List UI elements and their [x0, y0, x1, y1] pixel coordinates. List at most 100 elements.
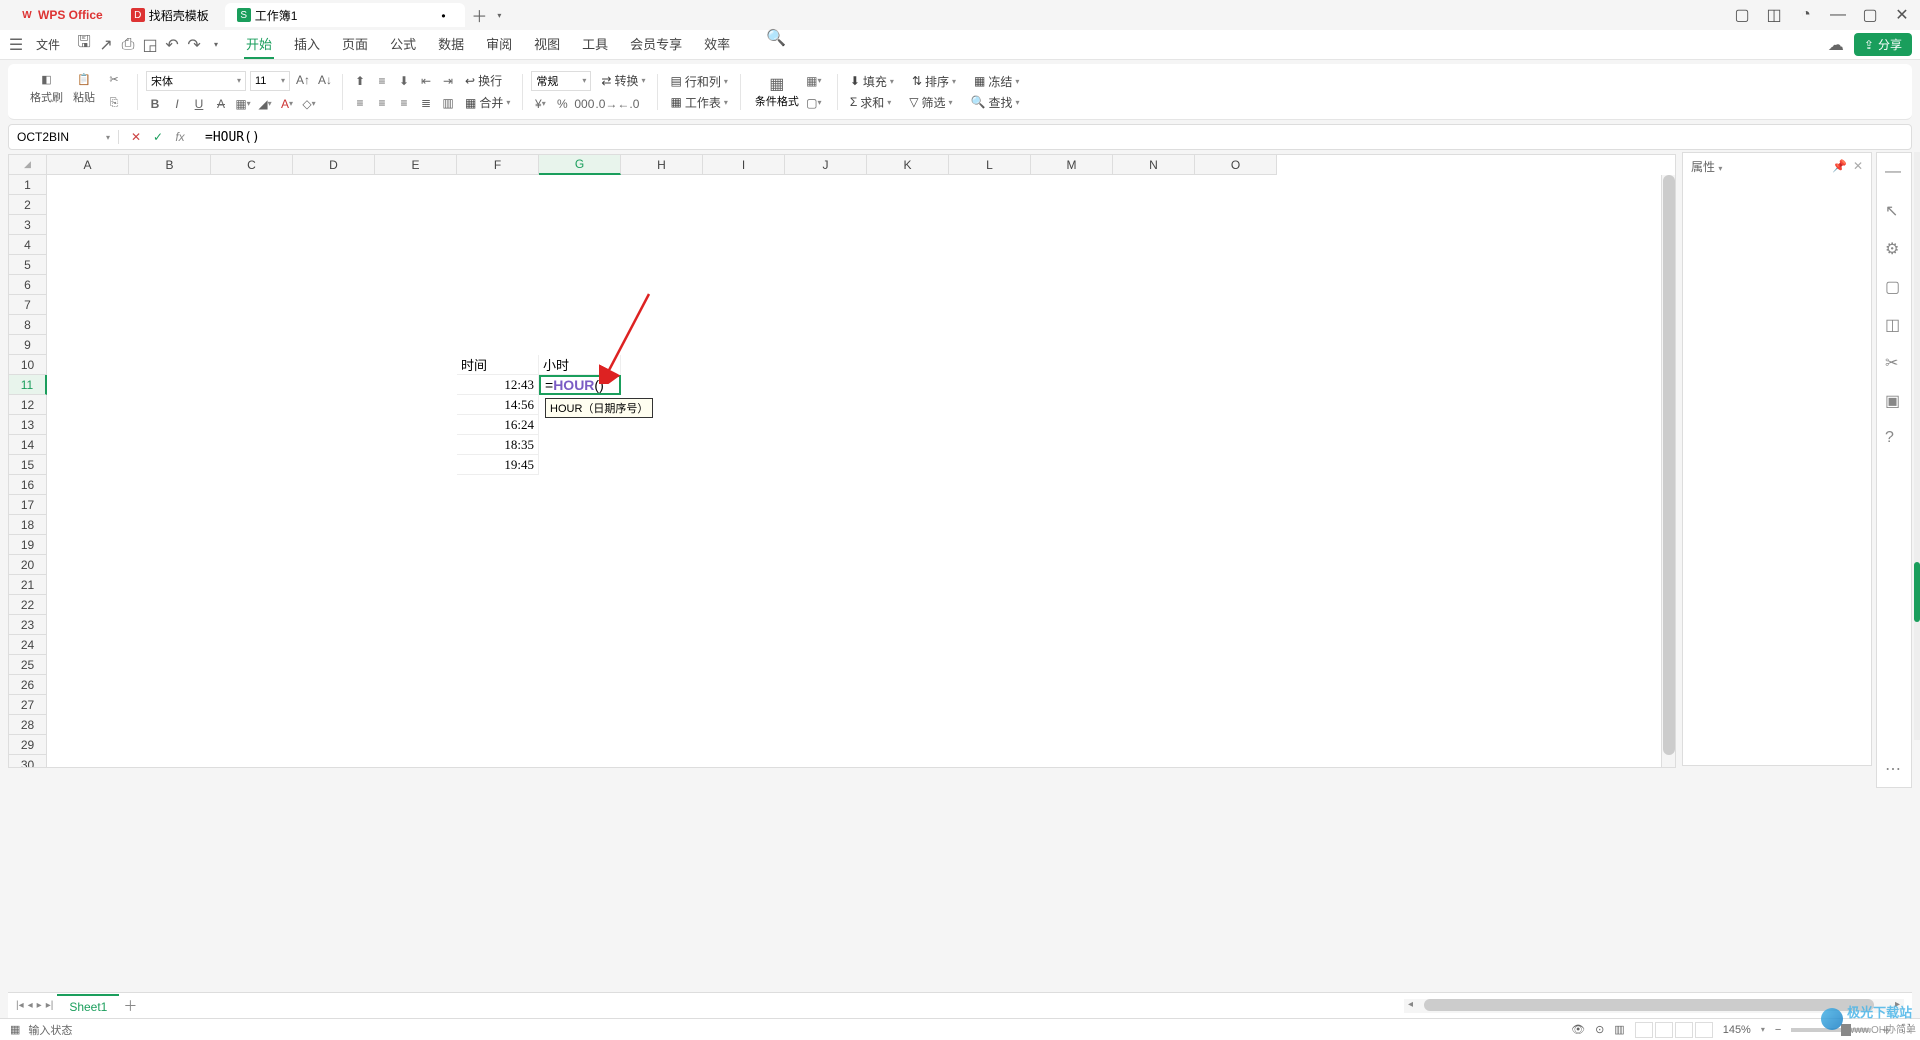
select-icon[interactable]: ↖ [1885, 201, 1903, 219]
scroll-thumb[interactable] [1663, 175, 1675, 755]
row-header-26[interactable]: 26 [9, 675, 47, 695]
redo-icon[interactable]: ↷ [186, 37, 202, 53]
row-header-30[interactable]: 30 [9, 755, 47, 768]
align-left-icon[interactable]: ≡ [351, 94, 369, 112]
number-format-select[interactable]: 常规▾ [531, 71, 591, 91]
row-header-29[interactable]: 29 [9, 735, 47, 755]
row-header-24[interactable]: 24 [9, 635, 47, 655]
col-header-I[interactable]: I [703, 155, 785, 175]
cell-F10[interactable]: 时间 [457, 355, 539, 375]
row-header-27[interactable]: 27 [9, 695, 47, 715]
menu-tab-member[interactable]: 会员专享 [628, 30, 684, 59]
row-header-15[interactable]: 15 [9, 455, 47, 475]
freeze-button[interactable]: ▦冻结▾ [970, 73, 1023, 90]
row-header-5[interactable]: 5 [9, 255, 47, 275]
menu-file[interactable]: 文件 [32, 36, 64, 53]
save-icon[interactable]: 🖫 [76, 37, 92, 53]
prev-sheet-button[interactable]: ◂ [28, 1000, 33, 1011]
row-header-16[interactable]: 16 [9, 475, 47, 495]
row-header-17[interactable]: 17 [9, 495, 47, 515]
hscroll-thumb[interactable] [1424, 999, 1874, 1011]
wrap-button[interactable]: ↩换行 [461, 72, 506, 90]
grid-icon[interactable]: ▥ [1614, 1023, 1624, 1036]
menu-tab-data[interactable]: 数据 [436, 30, 466, 59]
sheet-tab-1[interactable]: Sheet1 [57, 994, 119, 1018]
sort-button[interactable]: ⇅排序▾ [908, 73, 960, 90]
tab-workbook[interactable]: S 工作簿1 • [225, 3, 466, 27]
col-header-E[interactable]: E [375, 155, 457, 175]
pin-icon[interactable]: 📌 [1832, 159, 1847, 173]
row-header-6[interactable]: 6 [9, 275, 47, 295]
maximize-button[interactable]: ▢ [1860, 5, 1880, 25]
row-header-19[interactable]: 19 [9, 535, 47, 555]
cell-F14[interactable]: 18:35 [457, 435, 539, 455]
view-page-button[interactable] [1655, 1022, 1673, 1038]
strikethrough-button[interactable]: A [212, 95, 230, 113]
formula-input[interactable]: =HOUR() [197, 130, 1911, 145]
tab-wps[interactable]: W WPS Office [8, 3, 115, 27]
row-header-23[interactable]: 23 [9, 615, 47, 635]
cell-style-icon[interactable]: ▢▾ [805, 94, 823, 112]
italic-button[interactable]: I [168, 95, 186, 113]
increase-font-icon[interactable]: A↑ [294, 71, 312, 89]
indent-icon[interactable]: ⇥ [439, 72, 457, 90]
select-all-corner[interactable]: ◢ [9, 155, 47, 175]
hamburger-icon[interactable]: ☰ [8, 37, 24, 53]
table-style-icon[interactable]: ▦▾ [805, 72, 823, 90]
increase-decimal-icon[interactable]: .0→ [597, 95, 615, 113]
font-size-select[interactable]: 11▾ [250, 71, 290, 91]
row-header-8[interactable]: 8 [9, 315, 47, 335]
close-button[interactable]: ✕ [1892, 5, 1912, 25]
row-header-7[interactable]: 7 [9, 295, 47, 315]
menu-tab-home[interactable]: 开始 [244, 30, 274, 59]
help-icon[interactable]: ? [1885, 429, 1903, 447]
row-header-2[interactable]: 2 [9, 195, 47, 215]
row-header-12[interactable]: 12 [9, 395, 47, 415]
zoom-value[interactable]: 145% [1723, 1024, 1751, 1036]
collapse-icon[interactable]: — [1885, 163, 1903, 181]
merge-across-icon[interactable]: ▥ [439, 94, 457, 112]
menu-tab-insert[interactable]: 插入 [292, 30, 322, 59]
merge-button[interactable]: ▦合并▾ [461, 94, 514, 112]
row-header-14[interactable]: 14 [9, 435, 47, 455]
border-button[interactable]: ▦▾ [234, 95, 252, 113]
row-header-3[interactable]: 3 [9, 215, 47, 235]
layout-icon[interactable]: ▢ [1885, 277, 1903, 295]
new-tab-button[interactable]: ＋ [469, 5, 489, 25]
eye-icon[interactable]: 👁 [1571, 1023, 1585, 1036]
row-header-9[interactable]: 9 [9, 335, 47, 355]
fill-color-button[interactable]: ◢▾ [256, 95, 274, 113]
row-header-11[interactable]: 11 [9, 375, 47, 395]
tab-menu-button[interactable]: ▾ [489, 5, 509, 25]
screenshot-icon[interactable]: ▣ [1885, 391, 1903, 409]
settings-icon[interactable]: ⚙ [1885, 239, 1903, 257]
underline-button[interactable]: U [190, 95, 208, 113]
font-color-button[interactable]: A▾ [278, 95, 296, 113]
tab-template[interactable]: D 找稻壳模板 [119, 3, 221, 27]
row-header-1[interactable]: 1 [9, 175, 47, 195]
copy-icon[interactable]: ⎘ [105, 95, 123, 113]
window-cube-icon[interactable]: ◫ [1764, 5, 1784, 25]
highlight-button[interactable]: ◇▾ [300, 95, 318, 113]
col-header-B[interactable]: B [129, 155, 211, 175]
align-center-icon[interactable]: ≡ [373, 94, 391, 112]
green-scroll-thumb[interactable] [1914, 562, 1920, 622]
decrease-decimal-icon[interactable]: ←.0 [619, 95, 637, 113]
percent-icon[interactable]: % [553, 95, 571, 113]
cancel-formula-button[interactable]: ✕ [129, 130, 143, 144]
close-panel-icon[interactable]: ✕ [1853, 159, 1863, 173]
align-right-icon[interactable]: ≡ [395, 94, 413, 112]
col-header-N[interactable]: N [1113, 155, 1195, 175]
worksheet-button[interactable]: ▦工作表▾ [666, 94, 731, 111]
accept-formula-button[interactable]: ✓ [151, 130, 165, 144]
cell-F11[interactable]: 12:43 [457, 375, 539, 395]
add-sheet-button[interactable]: ＋ [123, 996, 137, 1016]
first-sheet-button[interactable]: |◂ [16, 1000, 24, 1011]
status-grid-icon[interactable]: ▦ [10, 1023, 20, 1036]
find-button[interactable]: 🔍查找▾ [967, 94, 1024, 111]
menu-tab-view[interactable]: 视图 [532, 30, 562, 59]
window-multi-icon[interactable]: ▢ [1732, 5, 1752, 25]
scroll-left-icon[interactable]: ◂ [1408, 999, 1413, 1010]
col-header-L[interactable]: L [949, 155, 1031, 175]
row-header-18[interactable]: 18 [9, 515, 47, 535]
